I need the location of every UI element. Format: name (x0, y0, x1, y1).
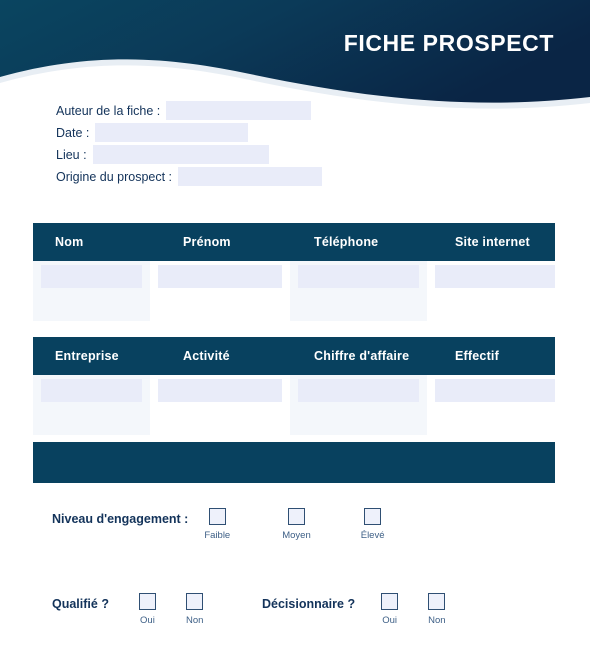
decision-maker-label-non: Non (428, 615, 446, 626)
checkbox-decision-oui[interactable] (381, 593, 399, 610)
prospect-meta-fields: Auteur de la fiche : Date : Lieu : Origi… (56, 100, 536, 188)
company-table: Entreprise Activité Chiffre d'affaire Ef… (33, 337, 555, 435)
meta-label-auteur: Auteur de la fiche : (56, 103, 161, 118)
qualified-title: Qualifié ? (52, 597, 109, 611)
decision-maker-option-oui[interactable]: Oui (381, 593, 399, 626)
contact-telephone-input[interactable] (298, 265, 419, 288)
meta-row-lieu: Lieu : (56, 144, 536, 165)
company-chiffre-affaire-input[interactable] (298, 379, 419, 402)
company-header-activite: Activité (183, 349, 230, 363)
company-cell-chiffre-affaire (290, 375, 427, 435)
contact-header-prenom: Prénom (183, 235, 231, 249)
meta-label-origine: Origine du prospect : (56, 169, 173, 184)
decision-maker-title: Décisionnaire ? (262, 597, 356, 611)
contact-header-nom: Nom (55, 235, 84, 249)
table-row (33, 375, 555, 435)
checkbox-qualified-oui[interactable] (138, 593, 156, 610)
checkbox-eleve[interactable] (364, 508, 382, 525)
contact-site-internet-input[interactable] (435, 265, 555, 288)
engagement-label-faible: Faible (204, 530, 231, 541)
engagement-level-title: Niveau d'engagement : (52, 512, 189, 526)
checkbox-qualified-non[interactable] (186, 593, 204, 610)
checkbox-moyen[interactable] (287, 508, 305, 525)
company-header-entreprise: Entreprise (55, 349, 119, 363)
engagement-label-moyen: Moyen (282, 530, 311, 541)
checkbox-decision-non[interactable] (428, 593, 446, 610)
engagement-level-group: Niveau d'engagement : Faible Moyen Élevé (52, 508, 385, 541)
lieu-input[interactable] (92, 145, 269, 164)
checkbox-faible[interactable] (208, 508, 226, 525)
company-cell-activite (150, 375, 290, 435)
qualified-option-non[interactable]: Non (186, 593, 203, 626)
engagement-label-eleve: Élevé (360, 530, 385, 541)
contact-cell-site-internet (427, 261, 555, 321)
page-title: FICHE PROSPECT (343, 30, 554, 56)
meta-row-origine: Origine du prospect : (56, 166, 536, 187)
qualified-option-oui[interactable]: Oui (138, 593, 156, 626)
contact-header-site-internet: Site internet (455, 235, 530, 249)
meta-label-date: Date : (56, 125, 90, 140)
origine-input[interactable] (178, 167, 323, 186)
company-cell-entreprise (33, 375, 150, 435)
auteur-input[interactable] (166, 101, 312, 120)
engagement-option-eleve[interactable]: Élevé (361, 508, 385, 541)
table-row (33, 261, 555, 321)
company-cell-effectif (427, 375, 555, 435)
table-footer-bar (33, 442, 555, 483)
contact-cell-telephone (290, 261, 427, 321)
engagement-option-moyen[interactable]: Moyen (282, 508, 311, 541)
contact-prenom-input[interactable] (158, 265, 282, 288)
engagement-option-faible[interactable]: Faible (204, 508, 230, 541)
decision-maker-option-non[interactable]: Non (428, 593, 446, 626)
page-header: FICHE PROSPECT (0, 0, 590, 112)
decision-maker-group: Décisionnaire ? Oui Non (262, 593, 446, 626)
decision-maker-label-oui: Oui (382, 615, 397, 626)
meta-label-lieu: Lieu : (56, 147, 87, 162)
contact-cell-prenom (150, 261, 290, 321)
company-effectif-input[interactable] (435, 379, 555, 402)
company-entreprise-input[interactable] (41, 379, 142, 402)
contact-cell-nom (33, 261, 150, 321)
qualified-label-non: Non (185, 615, 204, 626)
contact-nom-input[interactable] (41, 265, 142, 288)
qualified-label-oui: Oui (140, 615, 155, 626)
qualified-group: Qualifié ? Oui Non (52, 593, 203, 626)
meta-row-date: Date : (56, 122, 536, 143)
meta-row-auteur: Auteur de la fiche : (56, 100, 536, 121)
date-input[interactable] (95, 123, 249, 142)
company-header-effectif: Effectif (455, 349, 499, 363)
company-table-header-row: Entreprise Activité Chiffre d'affaire Ef… (33, 337, 555, 375)
contact-table: Nom Prénom Téléphone Site internet (33, 223, 555, 321)
contact-header-telephone: Téléphone (314, 235, 379, 249)
company-activite-input[interactable] (158, 379, 282, 402)
company-header-chiffre-affaire: Chiffre d'affaire (314, 349, 410, 363)
contact-table-header-row: Nom Prénom Téléphone Site internet (33, 223, 555, 261)
